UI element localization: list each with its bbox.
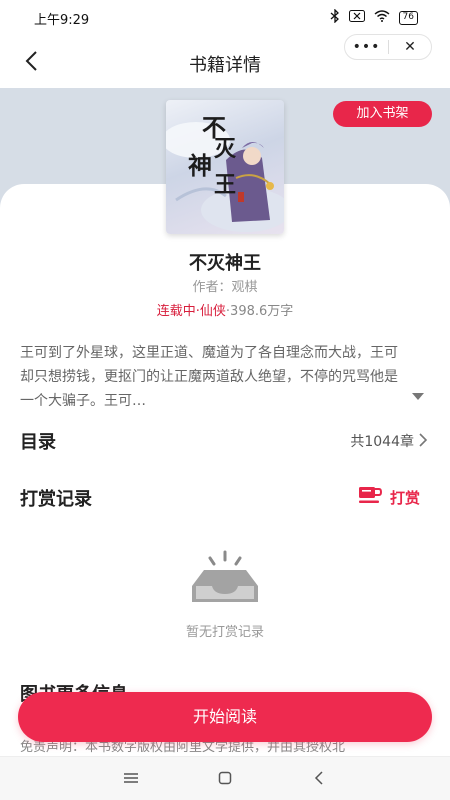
reward-button[interactable]: 打赏 [358, 486, 420, 508]
battery-icon: 76 [398, 10, 418, 25]
chevron-right-icon[interactable] [417, 432, 429, 448]
bluetooth-icon [330, 8, 340, 26]
status-icons: 76 [330, 8, 418, 26]
chapter-count[interactable]: 共1044章 [350, 431, 414, 451]
serial-status: 连载中 [156, 304, 196, 319]
book-title: 不灭神王 [189, 253, 261, 274]
mini-program-capsule: ••• ✕ [344, 34, 432, 60]
back-icon[interactable] [307, 767, 331, 789]
word-count: 398.6万字 [230, 304, 294, 319]
reward-button-label: 打赏 [389, 488, 420, 507]
svg-text:神: 神 [188, 151, 212, 180]
more-options-button[interactable]: ••• [345, 34, 388, 60]
svg-text:王: 王 [214, 172, 236, 198]
book-meta: 连载中·仙侠·398.6万字 [156, 304, 294, 319]
catalog-label[interactable]: 目录 [20, 428, 56, 454]
empty-inbox-icon [188, 550, 262, 606]
svg-text:灭: 灭 [214, 136, 237, 162]
close-button[interactable]: ✕ [389, 34, 431, 60]
expand-description-icon[interactable] [412, 393, 424, 400]
add-to-shelf-button[interactable]: 加入书架 [333, 101, 432, 127]
system-navigation-bar [0, 756, 450, 800]
book-cover: 不 灭 神 王 [166, 100, 284, 234]
book-author: 作者：观棋 [192, 280, 258, 295]
empty-rewards-text: 暂无打赏记录 [185, 625, 264, 640]
book-genre: 仙侠 [199, 304, 226, 319]
status-bar: 上午9:29 76 [0, 0, 450, 34]
wifi-icon [374, 10, 390, 25]
nav-bar: 书籍详情 ••• ✕ [0, 34, 450, 88]
menu-icon[interactable] [119, 767, 143, 789]
reward-records-label: 打赏记录 [20, 489, 92, 510]
status-time: 上午9:29 [34, 13, 90, 28]
sim-icon [348, 10, 365, 25]
home-icon[interactable] [213, 767, 237, 789]
book-description: 王可到了外星球，这里正道、魔道为了各自理念而大战，王可却只想捞钱，更抠门的让正魔… [20, 345, 398, 409]
start-reading-button[interactable]: 开始阅读 [18, 692, 432, 742]
coffee-cup-icon [358, 486, 382, 508]
